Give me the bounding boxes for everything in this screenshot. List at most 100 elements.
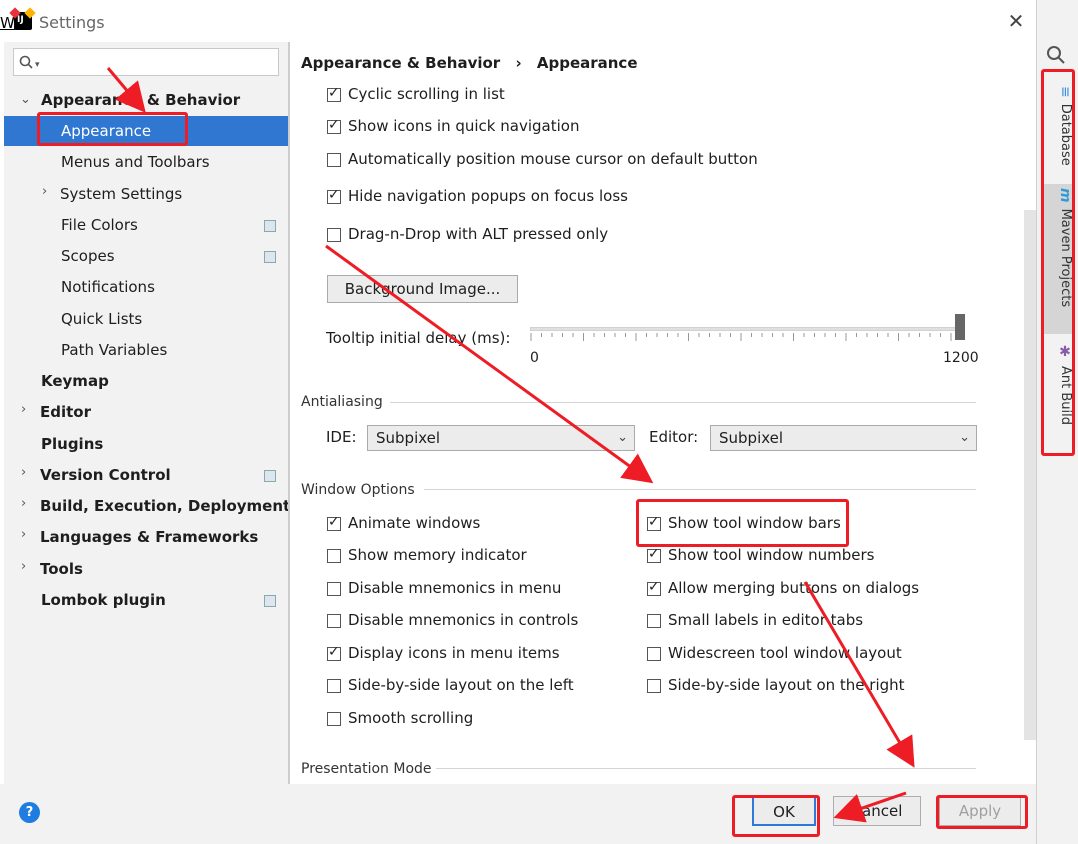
chevron-right-icon[interactable]: › — [21, 402, 26, 417]
checkbox-show-tool-window-bars[interactable] — [647, 514, 661, 531]
checkbox-cyclic-scrolling[interactable] — [327, 85, 341, 102]
checkbox-small-labels-tabs[interactable] — [647, 614, 661, 628]
section-divider — [390, 402, 976, 403]
tree-item-plugins[interactable]: Plugins — [41, 430, 103, 458]
project-scope-icon — [264, 220, 276, 232]
ide-antialiasing-select[interactable]: Subpixel ⌄ — [367, 425, 635, 451]
label-disable-mnemonics-menu: Disable mnemonics in menu — [348, 579, 562, 597]
breadcrumb-separator: › — [515, 54, 522, 72]
content-scrollbar[interactable] — [1024, 210, 1036, 740]
label-animate-windows: Animate windows — [348, 514, 481, 532]
checkbox-disable-mnemonics-menu[interactable] — [327, 582, 341, 596]
section-divider — [436, 768, 976, 769]
tree-item-quick-lists[interactable]: Quick Lists — [61, 305, 142, 333]
label-smooth-scrolling: Smooth scrolling — [348, 709, 474, 727]
title-bar — [0, 0, 1036, 42]
tree-item-build-execution[interactable]: Build, Execution, Deployment — [40, 492, 290, 520]
checkbox-animate-windows[interactable] — [327, 514, 341, 531]
label-hide-nav-popups: Hide navigation popups on focus loss — [348, 187, 628, 205]
tree-item-languages[interactable]: Languages & Frameworks — [40, 523, 258, 551]
chevron-right-icon[interactable]: › — [21, 559, 26, 574]
database-icon: ≡ — [1057, 86, 1073, 98]
tree-item-notifications[interactable]: Notifications — [61, 273, 155, 301]
label-auto-position-cursor: Automatically position mouse cursor on d… — [348, 150, 758, 168]
checkbox-show-tool-window-numbers[interactable] — [647, 546, 661, 563]
close-button[interactable]: ✕ — [1004, 8, 1028, 34]
tooltip-delay-slider[interactable] — [530, 327, 960, 331]
checkbox-show-icons-nav[interactable] — [327, 117, 341, 134]
checkbox-side-by-side-left[interactable] — [327, 679, 341, 693]
checkbox-memory-indicator[interactable] — [327, 549, 341, 563]
cancel-button[interactable]: Cancel — [833, 796, 921, 826]
tree-item-keymap[interactable]: Keymap — [41, 367, 109, 395]
search-icon — [19, 55, 33, 69]
checkbox-auto-position-cursor[interactable] — [327, 153, 341, 167]
checkbox-allow-merging-buttons[interactable] — [647, 579, 661, 596]
chevron-right-icon[interactable]: › — [21, 496, 26, 511]
checkbox-drag-n-drop-alt[interactable] — [327, 228, 341, 242]
breadcrumb-current: Appearance — [536, 54, 638, 72]
label-small-labels-tabs: Small labels in editor tabs — [668, 611, 864, 629]
slider-max-label: 1200 — [943, 350, 979, 366]
label-side-by-side-left: Side-by-side layout on the left — [348, 676, 574, 694]
checkbox-display-icons-menu[interactable] — [327, 644, 341, 661]
slider-ticks — [530, 333, 952, 341]
tree-item-path-variables[interactable]: Path Variables — [61, 336, 167, 364]
project-scope-icon — [264, 251, 276, 263]
tree-item-menus-toolbars[interactable]: Menus and Toolbars — [61, 148, 210, 176]
arrow-to-apply — [803, 581, 915, 768]
checkbox-side-by-side-right[interactable] — [647, 679, 661, 693]
chevron-right-icon[interactable]: › — [42, 184, 47, 199]
breadcrumb: Appearance & Behavior › Appearance — [301, 54, 638, 72]
ant-build-tab[interactable]: ✱ Ant Build — [1043, 340, 1073, 440]
settings-search-input[interactable] — [13, 48, 279, 76]
tree-item-appearance[interactable]: Appearance — [61, 117, 151, 145]
tree-item-lombok[interactable]: Lombok plugin — [41, 586, 166, 614]
search-dropdown-icon[interactable]: ▾ — [35, 60, 40, 70]
database-tab[interactable]: ≡ Database — [1043, 82, 1073, 177]
ant-tab-label: Ant Build — [1058, 366, 1073, 425]
ok-button[interactable]: OK — [752, 796, 816, 826]
tooltip-delay-label: Tooltip initial delay (ms): — [326, 329, 511, 347]
project-scope-icon — [264, 470, 276, 482]
label-memory-indicator: Show memory indicator — [348, 546, 527, 564]
panel-divider[interactable] — [288, 42, 290, 784]
chevron-down-icon: ⌄ — [959, 430, 970, 445]
checkbox-hide-nav-popups[interactable] — [327, 187, 341, 204]
label-drag-n-drop-alt: Drag-n-Drop with ALT pressed only — [348, 225, 609, 243]
window-options-title: Window Options — [301, 482, 415, 498]
ant-icon: ✱ — [1057, 344, 1073, 360]
checkbox-widescreen-layout[interactable] — [647, 647, 661, 661]
editor-antialiasing-select[interactable]: Subpixel ⌄ — [710, 425, 977, 451]
tree-item-scopes[interactable]: Scopes — [61, 242, 115, 270]
background-image-button[interactable]: Background Image... — [327, 275, 518, 303]
checkbox-disable-mnemonics-controls[interactable] — [327, 614, 341, 628]
apply-button[interactable]: Apply — [939, 796, 1021, 826]
editor-label: Editor: — [649, 428, 699, 446]
chevron-right-icon[interactable]: › — [21, 527, 26, 542]
editor-antialiasing-value: Subpixel — [719, 429, 784, 447]
section-divider — [424, 489, 976, 490]
antialiasing-title: Antialiasing — [301, 394, 383, 410]
tree-item-file-colors[interactable]: File Colors — [61, 211, 138, 239]
search-everywhere-icon[interactable] — [1046, 45, 1066, 65]
label-show-tool-window-bars: Show tool window bars — [668, 514, 841, 532]
presentation-mode-title: Presentation Mode — [301, 761, 432, 777]
tree-item-appearance-behavior[interactable]: Appearance & Behavior — [41, 86, 240, 114]
chevron-right-icon[interactable]: › — [21, 465, 26, 480]
chevron-down-icon[interactable]: ⌄ — [20, 92, 31, 107]
tree-item-tools[interactable]: Tools — [40, 555, 83, 583]
maven-projects-tab[interactable]: m Maven Projects — [1043, 184, 1073, 334]
help-icon[interactable]: ? — [19, 802, 40, 823]
tree-item-system-settings[interactable]: System Settings — [60, 180, 182, 208]
database-tab-label: Database — [1058, 103, 1073, 166]
maven-tab-label: Maven Projects — [1058, 208, 1073, 308]
tree-item-version-control[interactable]: Version Control — [40, 461, 171, 489]
label-widescreen-layout: Widescreen tool window layout — [668, 644, 902, 662]
label-side-by-side-right: Side-by-side layout on the right — [668, 676, 905, 694]
checkbox-smooth-scrolling[interactable] — [327, 712, 341, 726]
window-title: Settings — [39, 13, 105, 32]
label-disable-mnemonics-controls: Disable mnemonics in controls — [348, 611, 579, 629]
tree-item-editor[interactable]: Editor — [40, 398, 91, 426]
slider-thumb[interactable] — [955, 314, 965, 340]
